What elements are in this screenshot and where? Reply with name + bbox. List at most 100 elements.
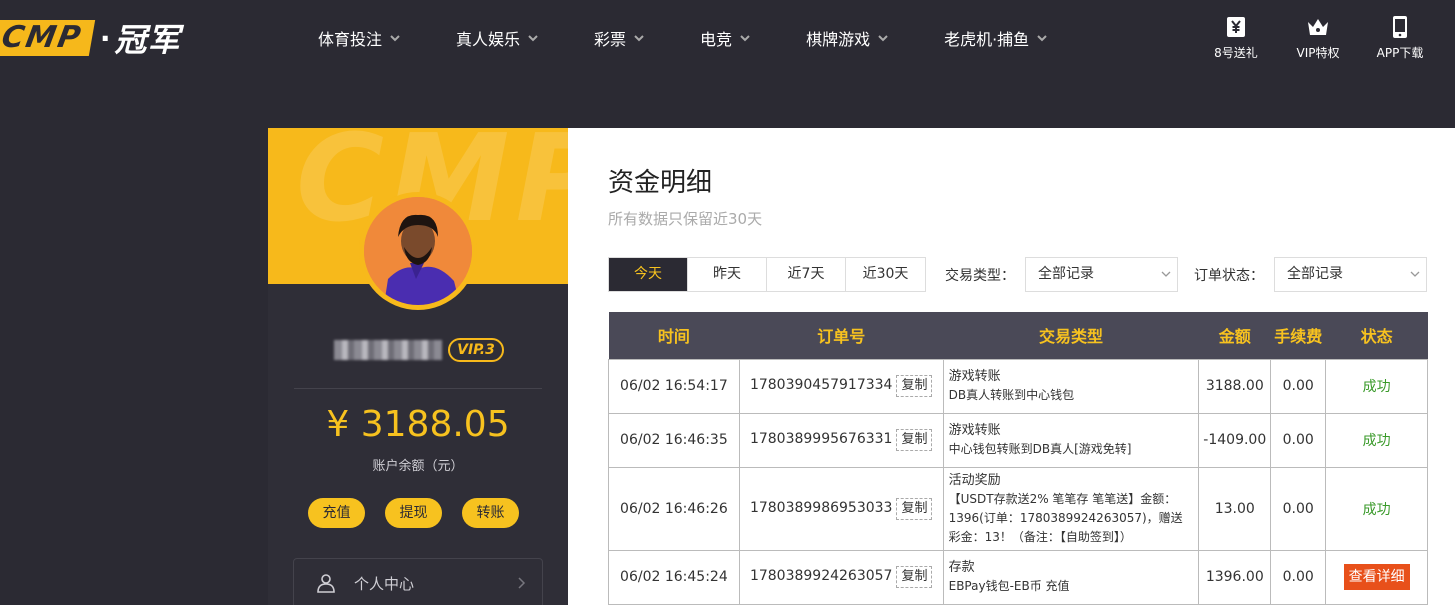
top-navbar: CMP · 冠军 体育投注 真人娱乐 彩票 电竞 棋牌游戏 老虎机·捕鱼 8号送… xyxy=(0,0,1455,78)
gift-link[interactable]: 8号送礼 xyxy=(1195,16,1277,61)
cell-time: 06/02 16:46:26 xyxy=(608,466,740,551)
order-status-select[interactable]: 全部记录 xyxy=(1274,257,1427,292)
chevron-down-icon xyxy=(634,35,644,42)
tab-last-30-days[interactable]: 近30天 xyxy=(846,258,925,291)
chevron-down-icon xyxy=(390,35,400,42)
cell-fee: 0.00 xyxy=(1270,549,1327,605)
page-subtitle: 所有数据只保留近30天 xyxy=(608,210,763,228)
transaction-type: 存款 xyxy=(948,560,975,575)
transaction-type: 活动奖励 xyxy=(948,472,1001,488)
vip-link[interactable]: VIP特权 xyxy=(1277,16,1359,61)
transaction-desc: DB真人转账到中心钱包 xyxy=(948,388,1075,402)
deposit-button[interactable]: 充值 xyxy=(308,498,365,528)
column-header-amount: 金额 xyxy=(1218,327,1251,347)
transaction-desc: 中心钱包转账到DB真人[游戏免转] xyxy=(948,442,1132,456)
vip-link-label: VIP特权 xyxy=(1296,46,1340,60)
column-header-type: 交易类型 xyxy=(1038,327,1103,347)
cell-fee: 0.00 xyxy=(1270,466,1327,551)
copy-button[interactable]: 复制 xyxy=(896,375,933,397)
table-header-row: 时间 订单号 交易类型 金额 手续费 状态 xyxy=(608,312,1428,359)
transaction-type-label: 交易类型： xyxy=(945,268,1015,284)
nav-item-label: 真人娱乐 xyxy=(456,30,521,49)
tab-today[interactable]: 今天 xyxy=(609,258,688,291)
cell-type: 游戏转账 中心钱包转账到DB真人[游戏免转] xyxy=(942,412,1200,468)
cell-status: 成功 xyxy=(1325,358,1428,414)
transaction-type-value: 全部记录 xyxy=(1038,266,1094,282)
column-header-time: 时间 xyxy=(657,327,690,347)
table-row: 06/02 16:46:26 1780389986953033 复制 活动奖励 【… xyxy=(608,466,1428,551)
cell-type: 活动奖励 【USDT存款送2% 笔笔存 笔笔送】金额：1396(订单：17803… xyxy=(942,466,1200,551)
username-blurred xyxy=(334,340,442,360)
chevron-right-icon xyxy=(518,577,526,589)
vip-badge: VIP.3 xyxy=(448,338,504,362)
avatar-image xyxy=(364,197,472,305)
status-success: 成功 xyxy=(1362,501,1391,518)
nav-item-sports[interactable]: 体育投注 xyxy=(318,26,400,50)
cell-status: 查看详细 xyxy=(1325,549,1428,605)
nav-item-label: 老虎机·捕鱼 xyxy=(944,30,1030,49)
copy-button[interactable]: 复制 xyxy=(896,566,933,588)
cell-amount: 3188.00 xyxy=(1198,358,1272,414)
chevron-down-icon xyxy=(740,35,750,42)
chevron-down-icon xyxy=(1161,271,1171,277)
nav-item-card-games[interactable]: 棋牌游戏 xyxy=(806,26,888,50)
status-success: 成功 xyxy=(1362,379,1391,395)
transaction-desc: 【USDT存款送2% 笔笔存 笔笔送】金额：1396(订单：1780389924… xyxy=(948,491,1183,544)
app-download-link[interactable]: APP下载 xyxy=(1359,16,1441,61)
menu-personal-center[interactable]: 个人中心 xyxy=(293,558,543,605)
profile-panel: CMP VIP.3 ¥ 3188.05 账户余额（元） 充值 提现 转账 个人中… xyxy=(268,128,568,605)
nav-item-label: 棋牌游戏 xyxy=(806,30,871,49)
cell-time: 06/02 16:45:24 xyxy=(608,549,740,605)
menu-label: 个人中心 xyxy=(354,574,415,593)
funds-table: 时间 订单号 交易类型 金额 手续费 状态 06/02 16:54:17 178… xyxy=(608,312,1428,605)
cell-time: 06/02 16:54:17 xyxy=(608,358,740,414)
logo-text: 冠军 xyxy=(114,21,181,59)
cell-order: 1780389924263057 复制 xyxy=(738,549,944,605)
funds-detail-panel: 资金明细 所有数据只保留近30天 今天 昨天 近7天 近30天 交易类型： 全部… xyxy=(568,128,1455,605)
nav-item-label: 体育投注 xyxy=(318,30,383,49)
column-header-order: 订单号 xyxy=(817,327,866,347)
order-status-label: 订单状态： xyxy=(1194,268,1264,284)
header-quick-links: 8号送礼 VIP特权 APP下载 xyxy=(1195,16,1441,61)
copy-button[interactable]: 复制 xyxy=(896,497,933,520)
page-title: 资金明细 xyxy=(608,168,713,198)
cell-order: 1780389986953033 复制 xyxy=(738,466,944,551)
nav-item-label: 彩票 xyxy=(594,30,627,49)
nav-item-lottery[interactable]: 彩票 xyxy=(594,26,644,50)
main-nav: 体育投注 真人娱乐 彩票 电竞 棋牌游戏 老虎机·捕鱼 xyxy=(318,26,1047,50)
order-number: 1780389986953033 xyxy=(749,499,893,516)
date-range-tabs: 今天 昨天 近7天 近30天 xyxy=(608,257,926,292)
chevron-down-icon xyxy=(1037,35,1047,42)
tab-yesterday[interactable]: 昨天 xyxy=(688,258,767,291)
cell-fee: 0.00 xyxy=(1270,358,1327,414)
cell-amount: -1409.00 xyxy=(1198,412,1272,468)
tab-last-7-days[interactable]: 近7天 xyxy=(767,258,846,291)
nav-item-slots-fishing[interactable]: 老虎机·捕鱼 xyxy=(944,26,1047,50)
logo-box: CMP xyxy=(0,20,96,56)
site-logo[interactable]: CMP · 冠军 xyxy=(0,18,181,59)
nav-item-esports[interactable]: 电竞 xyxy=(700,26,750,50)
profile-divider xyxy=(294,388,542,389)
cell-fee: 0.00 xyxy=(1270,412,1327,468)
user-icon xyxy=(317,574,335,593)
cell-amount: 1396.00 xyxy=(1198,549,1272,605)
withdraw-button[interactable]: 提现 xyxy=(385,498,442,528)
crown-icon xyxy=(1308,19,1328,35)
app-download-label: APP下载 xyxy=(1376,46,1424,60)
copy-button[interactable]: 复制 xyxy=(896,429,933,451)
gift-link-label: 8号送礼 xyxy=(1214,46,1258,60)
transfer-button[interactable]: 转账 xyxy=(462,498,519,528)
table-row: 06/02 16:45:24 1780389924263057 复制 存款 EBP… xyxy=(608,549,1428,605)
table-row: 06/02 16:54:17 1780390457917334 复制 游戏转账 D… xyxy=(608,358,1428,414)
cell-order: 1780390457917334 复制 xyxy=(738,358,944,414)
transaction-type: 游戏转账 xyxy=(948,369,1001,384)
cell-amount: 13.00 xyxy=(1198,466,1272,551)
order-number: 1780389924263057 xyxy=(749,568,893,584)
transaction-type-select[interactable]: 全部记录 xyxy=(1025,257,1178,292)
wallet-actions: 充值 提现 转账 xyxy=(308,498,539,528)
view-details-button[interactable]: 查看详细 xyxy=(1343,564,1410,590)
transaction-desc: EBPay钱包-EB币 充值 xyxy=(948,579,1070,593)
nav-item-live-casino[interactable]: 真人娱乐 xyxy=(456,26,538,50)
chevron-down-icon xyxy=(878,35,888,42)
avatar[interactable] xyxy=(364,197,472,305)
